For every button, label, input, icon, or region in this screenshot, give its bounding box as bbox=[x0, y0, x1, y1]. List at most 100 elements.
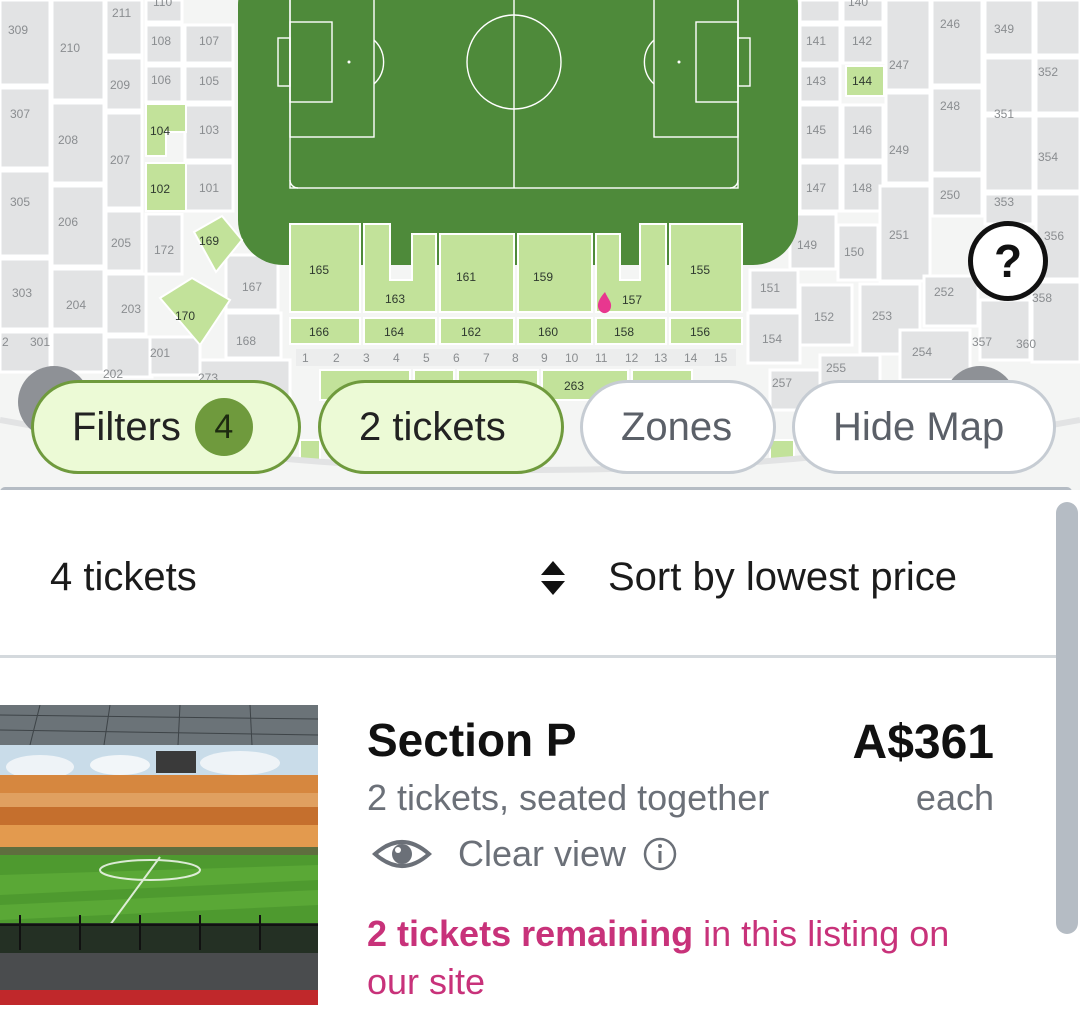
sort-icon bbox=[540, 560, 566, 595]
map-label: 161 bbox=[456, 270, 476, 284]
stadium-map[interactable]: 309 211 110 108 107 210 209 106 105 307 … bbox=[0, 0, 1080, 490]
map-label: 250 bbox=[940, 188, 960, 202]
map-label: 144 bbox=[852, 74, 872, 88]
map-label: 105 bbox=[199, 74, 219, 88]
map-label: 203 bbox=[121, 302, 141, 316]
view-quality: Clear view bbox=[372, 833, 678, 875]
divider bbox=[0, 655, 1056, 658]
row-label: 10 bbox=[565, 351, 579, 365]
remaining-count: 2 tickets remaining bbox=[367, 913, 694, 954]
map-label: 147 bbox=[806, 181, 826, 195]
map-label: 168 bbox=[236, 334, 256, 348]
map-label: 257 bbox=[772, 376, 792, 390]
hide-map-button[interactable]: Hide Map bbox=[792, 380, 1056, 474]
map-label: 101 bbox=[199, 181, 219, 195]
ticket-app-screen: 309 211 110 108 107 210 209 106 105 307 … bbox=[0, 0, 1080, 1024]
info-icon[interactable] bbox=[642, 836, 678, 872]
map-label: 140 bbox=[848, 0, 868, 9]
map-label: 202 bbox=[103, 367, 123, 381]
filters-button[interactable]: Filters 4 bbox=[31, 380, 301, 474]
map-label: 253 bbox=[872, 309, 892, 323]
map-label: 104 bbox=[150, 124, 170, 138]
filters-label: Filters bbox=[72, 404, 181, 449]
map-label: 356 bbox=[1044, 229, 1064, 243]
remaining-notice: 2 tickets remaining in this listing on o… bbox=[367, 910, 1007, 1006]
map-label: 351 bbox=[994, 107, 1014, 121]
zones-label: Zones bbox=[621, 404, 733, 449]
row-label: 4 bbox=[393, 351, 400, 365]
map-label: 106 bbox=[151, 73, 171, 87]
map-label: 156 bbox=[690, 325, 710, 339]
row-label: 7 bbox=[483, 351, 490, 365]
map-label: 172 bbox=[154, 243, 174, 257]
row-label: 1 bbox=[302, 351, 309, 365]
map-resize-handle[interactable] bbox=[0, 487, 1072, 490]
row-label: 2 bbox=[333, 351, 340, 365]
ticket-quantity-button[interactable]: 2 tickets bbox=[318, 380, 564, 474]
map-label: 165 bbox=[309, 263, 329, 277]
filters-count-badge: 4 bbox=[194, 398, 253, 456]
map-label: 143 bbox=[806, 74, 826, 88]
view-label: Clear view bbox=[458, 833, 627, 874]
map-label: 162 bbox=[461, 325, 481, 339]
map-label: 169 bbox=[199, 234, 219, 248]
section-name: Section P bbox=[367, 714, 577, 766]
map-label: 246 bbox=[940, 17, 960, 31]
map-label: 352 bbox=[1038, 65, 1058, 79]
map-label: 151 bbox=[760, 281, 780, 295]
map-label: 357 bbox=[972, 335, 992, 349]
sort-label: Sort by lowest price bbox=[608, 555, 958, 599]
map-label: 307 bbox=[10, 107, 30, 121]
map-label: 251 bbox=[889, 228, 909, 242]
row-label: 13 bbox=[654, 351, 668, 365]
map-label: 209 bbox=[110, 78, 130, 92]
map-label: 301 bbox=[30, 335, 50, 349]
help-button[interactable]: ? bbox=[968, 221, 1048, 301]
listing-card[interactable]: Section P A$361 each 2 tickets, seated t… bbox=[0, 705, 1056, 1024]
map-label: 148 bbox=[852, 181, 872, 195]
map-label: 208 bbox=[58, 133, 78, 147]
map-label: 247 bbox=[889, 58, 909, 72]
map-label: 303 bbox=[12, 286, 32, 300]
ticket-price: A$361 bbox=[852, 716, 994, 769]
map-label: 254 bbox=[912, 345, 932, 359]
map-label: 155 bbox=[690, 263, 710, 277]
map-label: 252 bbox=[934, 285, 954, 299]
map-label: 141 bbox=[806, 34, 826, 48]
map-label: 211 bbox=[112, 6, 131, 20]
help-icon: ? bbox=[993, 235, 1023, 287]
map-label: 205 bbox=[111, 236, 131, 250]
map-label: 146 bbox=[852, 123, 872, 137]
row-label: 14 bbox=[684, 351, 698, 365]
row-label: 6 bbox=[453, 351, 460, 365]
map-label: 263 bbox=[564, 379, 584, 393]
map-label: 167 bbox=[242, 280, 262, 294]
zones-button[interactable]: Zones bbox=[580, 380, 776, 474]
sort-button[interactable]: Sort by lowest price bbox=[540, 555, 957, 600]
row-label: 3 bbox=[363, 351, 370, 365]
row-label: 9 bbox=[541, 351, 548, 365]
map-label: 210 bbox=[60, 41, 80, 55]
row-label: 11 bbox=[595, 351, 608, 365]
map-label: 110 bbox=[153, 0, 172, 9]
map-label: 166 bbox=[309, 325, 329, 339]
listings-scrollbar[interactable] bbox=[1056, 502, 1078, 934]
stadium-view-photo bbox=[0, 705, 318, 1005]
map-label: 142 bbox=[852, 34, 872, 48]
map-label: 160 bbox=[538, 325, 558, 339]
map-label: 149 bbox=[797, 238, 817, 252]
map-label: 207 bbox=[110, 153, 130, 167]
map-label: 354 bbox=[1038, 150, 1058, 164]
map-label: 248 bbox=[940, 99, 960, 113]
map-label: 305 bbox=[10, 195, 30, 209]
map-label: 163 bbox=[385, 292, 405, 306]
map-label: 150 bbox=[844, 245, 864, 259]
map-label: 102 bbox=[150, 182, 170, 196]
map-label: 201 bbox=[150, 346, 170, 360]
map-label: 157 bbox=[622, 293, 642, 307]
map-label: 152 bbox=[814, 310, 834, 324]
map-label: 255 bbox=[826, 361, 846, 375]
map-label: 206 bbox=[58, 215, 78, 229]
row-label: 5 bbox=[423, 351, 430, 365]
map-label: 309 bbox=[8, 23, 28, 37]
